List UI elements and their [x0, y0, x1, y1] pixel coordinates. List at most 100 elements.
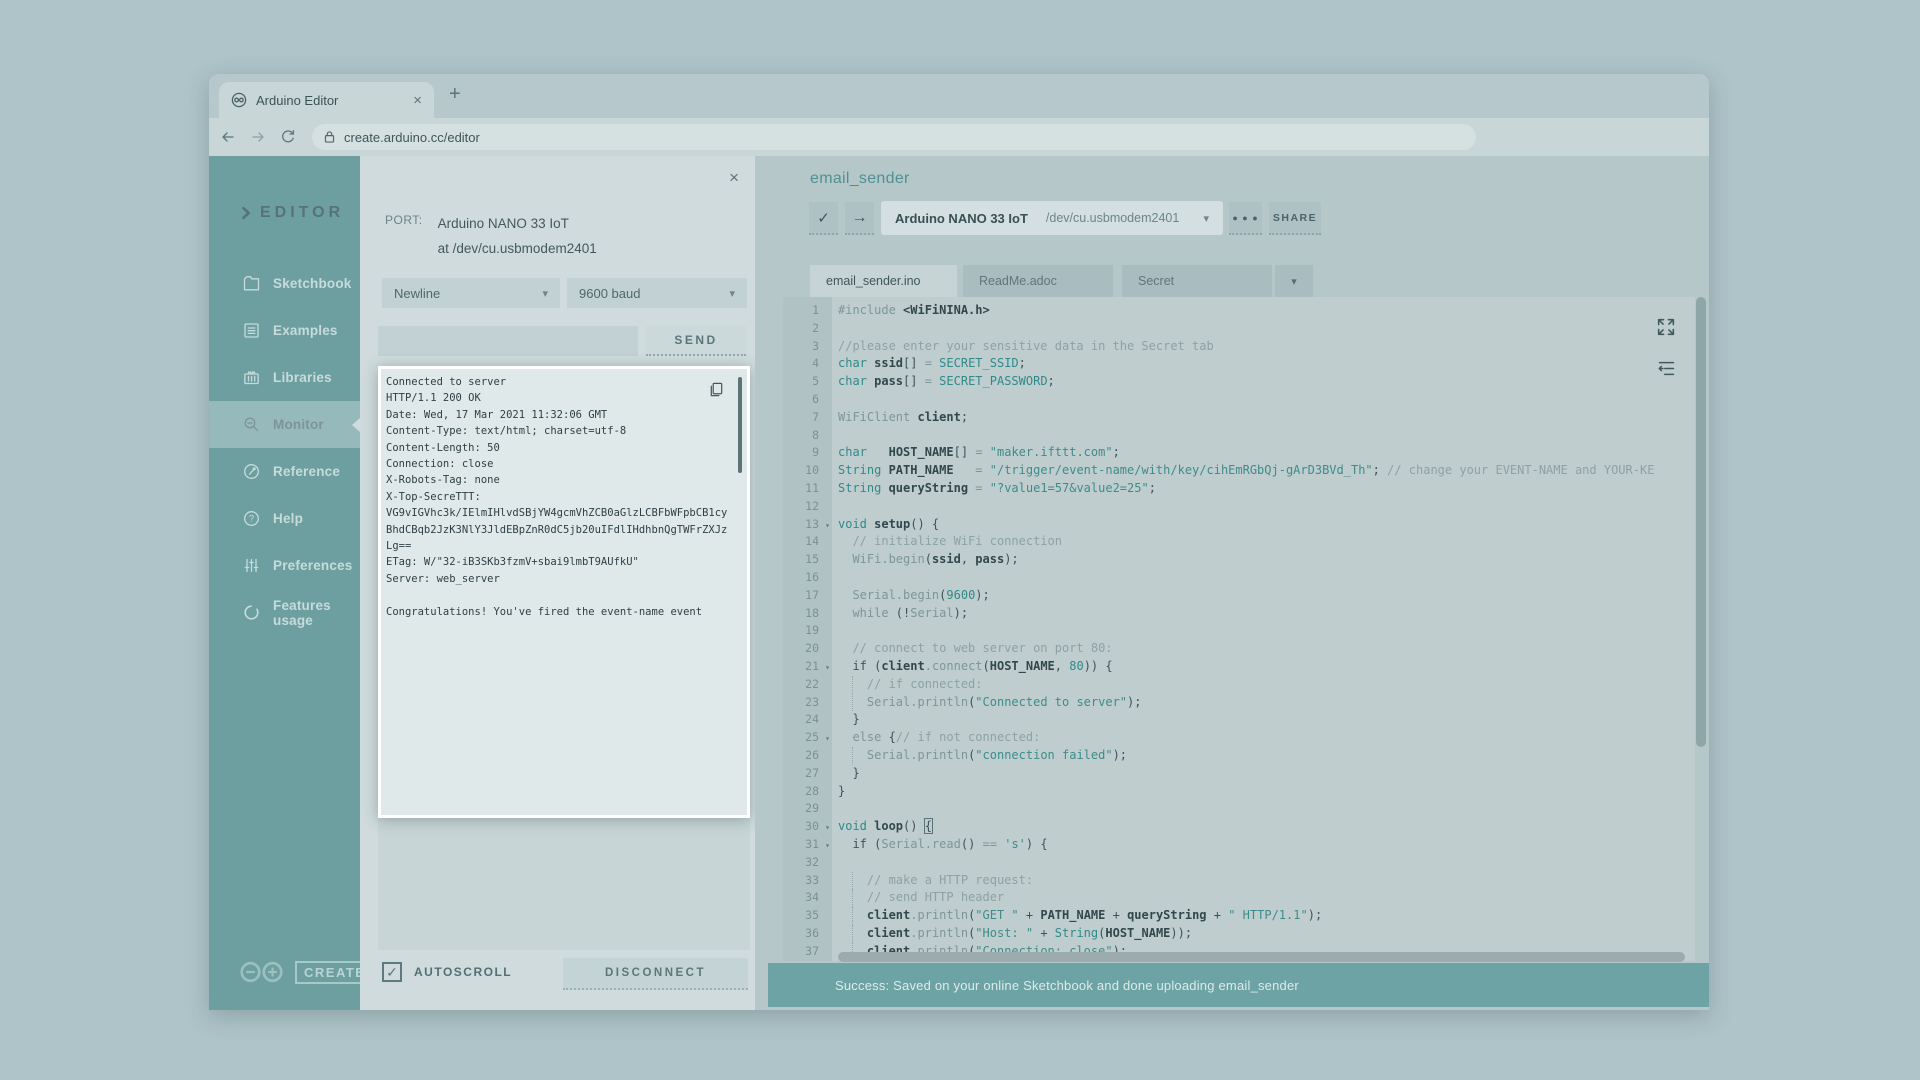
console-line: HTTP/1.1 200 OK [386, 390, 733, 406]
sidebar-item-label: Preferences [273, 558, 353, 573]
autoscroll-label: AUTOSCROLL [414, 965, 512, 979]
serial-message-input[interactable] [378, 326, 638, 356]
chevron-down-icon: ▾ [542, 287, 548, 300]
lock-icon [324, 130, 335, 144]
editor-horizontal-scrollbar[interactable] [838, 952, 1685, 962]
sidebar-item-help[interactable]: ?Help [209, 495, 360, 542]
autoscroll-toggle[interactable]: ✓ AUTOSCROLL [382, 962, 512, 982]
editor-vertical-scrollbar[interactable] [1696, 297, 1706, 747]
baud-rate-select[interactable]: 9600 baud ▾ [567, 278, 747, 308]
code-line: 15 WiFi.begin(ssid, pass); [783, 551, 1695, 569]
code-text: else {// if not connected: [832, 729, 1695, 747]
code-line: 30▾void loop() { [783, 818, 1695, 836]
code-text: #include <WiFiNINA.h> [832, 302, 1695, 320]
line-number: 9 [783, 444, 832, 462]
list-icon [242, 321, 261, 340]
disconnect-button[interactable]: DISCONNECT [563, 958, 748, 990]
console-line: ETag: W/"32-iB3SKb3fzmV+sbai9lmbT9AUfkU" [386, 554, 733, 570]
send-button[interactable]: SEND [646, 326, 746, 356]
line-number: 12 [783, 498, 832, 516]
autoscroll-checkbox[interactable]: ✓ [382, 962, 402, 982]
copy-icon[interactable] [708, 381, 725, 398]
file-tab-email-sender-ino[interactable]: email_sender.ino [810, 265, 957, 297]
port-info: PORT: Arduino NANO 33 IoT at /dev/cu.usb… [385, 211, 597, 261]
fold-arrow-icon[interactable]: ▾ [825, 730, 830, 748]
line-ending-select[interactable]: Newline ▾ [382, 278, 560, 308]
code-text: Serial.println("connection failed"); [832, 747, 1695, 765]
sidebar-item-reference[interactable]: Reference [209, 448, 360, 495]
sidebar-item-features-usage[interactable]: Features usage [209, 589, 360, 636]
verify-button[interactable]: ✓ [809, 202, 838, 235]
monitor-close-icon[interactable]: × [729, 168, 739, 188]
svg-text:?: ? [249, 514, 254, 525]
upload-button[interactable]: → [845, 202, 874, 235]
fold-arrow-icon[interactable]: ▾ [825, 837, 830, 855]
code-line: 35 client.println("GET " + PATH_NAME + q… [783, 907, 1695, 925]
fold-arrow-icon[interactable]: ▾ [825, 517, 830, 535]
fold-arrow-icon[interactable]: ▾ [825, 819, 830, 837]
fold-arrow-icon[interactable]: ▾ [825, 659, 830, 677]
console-line: BhdCBqb2JzK3NlY3JldEBpZnR0dC5jb20uIFdlIH… [386, 522, 733, 538]
reload-icon[interactable] [279, 128, 297, 146]
browser-window: Arduino Editor × + create.arduino.cc/edi… [209, 74, 1709, 1010]
tab-close-icon[interactable]: × [413, 92, 422, 109]
back-icon[interactable] [219, 128, 237, 146]
app-content: EDITOR Sketchbook ExamplesLibrariesMonito… [209, 156, 1709, 1010]
code-text: // make a HTTP request: [832, 872, 1695, 890]
code-editor[interactable]: 1#include <WiFiNINA.h>23//please enter y… [783, 297, 1695, 961]
code-line: 28} [783, 783, 1695, 801]
serial-output-box[interactable]: Connected to serverHTTP/1.1 200 OKDate: … [378, 366, 750, 818]
code-text: // initialize WiFi connection [832, 533, 1695, 551]
sidebar-item-examples[interactable]: Examples [209, 307, 360, 354]
line-number: 7 [783, 409, 832, 427]
code-line: 14 // initialize WiFi connection [783, 533, 1695, 551]
browser-tab-title: Arduino Editor [256, 93, 338, 108]
code-line: 8 [783, 427, 1695, 445]
code-text: String PATH_NAME = "/trigger/event-name/… [832, 462, 1695, 480]
code-text: } [832, 711, 1695, 729]
forward-icon[interactable] [249, 128, 267, 146]
line-number: 27 [783, 765, 832, 783]
code-text: char HOST_NAME[] = "maker.ifttt.com"; [832, 444, 1695, 462]
line-number: 3 [783, 338, 832, 356]
file-tab-secret[interactable]: Secret [1122, 265, 1272, 297]
file-tab-readme-adoc[interactable]: ReadMe.adoc [963, 265, 1113, 297]
line-number: 25▾ [783, 729, 832, 747]
port-value: Arduino NANO 33 IoT at /dev/cu.usbmodem2… [438, 211, 597, 261]
code-text [832, 498, 1695, 516]
code-line: 7WiFiClient client; [783, 409, 1695, 427]
sidebar-item-sketchbook[interactable]: Sketchbook [209, 260, 360, 307]
sidebar-item-preferences[interactable]: Preferences [209, 542, 360, 589]
url-bar[interactable]: create.arduino.cc/editor [312, 124, 1476, 150]
sidebar: EDITOR Sketchbook ExamplesLibrariesMonito… [209, 156, 360, 1010]
line-number: 4 [783, 355, 832, 373]
console-scrollbar-thumb[interactable] [738, 377, 742, 473]
more-options-button[interactable]: ● ● ● [1229, 202, 1262, 235]
code-text: } [832, 765, 1695, 783]
code-line: 16 [783, 569, 1695, 587]
share-button[interactable]: SHARE [1269, 202, 1321, 235]
line-number: 13▾ [783, 516, 832, 534]
code-line: 36 client.println("Host: " + String(HOST… [783, 925, 1695, 943]
code-line: 9char HOST_NAME[] = "maker.ifttt.com"; [783, 444, 1695, 462]
code-line: 17 Serial.begin(9600); [783, 587, 1695, 605]
browser-tab[interactable]: Arduino Editor × [219, 82, 434, 118]
console-line: Content-Type: text/html; charset=utf-8 [386, 423, 733, 439]
new-tab-button[interactable]: + [449, 83, 461, 106]
sidebar-item-label: Sketchbook [273, 276, 352, 291]
board-selector[interactable]: Arduino NANO 33 IoT /dev/cu.usbmodem2401… [881, 201, 1223, 235]
tabs-dropdown-button[interactable]: ▾ [1275, 265, 1313, 297]
console-line: Content-Length: 50 [386, 440, 733, 456]
autoformat-icon[interactable] [1656, 358, 1677, 379]
code-line: 23 Serial.println("Connected to server")… [783, 694, 1695, 712]
sidebar-item-libraries[interactable]: Libraries [209, 354, 360, 401]
sidebar-item-monitor[interactable]: Monitor [209, 401, 360, 448]
code-text: Serial.println("Connected to server"); [832, 694, 1695, 712]
line-number: 5 [783, 373, 832, 391]
code-text: Serial.begin(9600); [832, 587, 1695, 605]
code-text: client.println("GET " + PATH_NAME + quer… [832, 907, 1695, 925]
console-line: Connected to server [386, 374, 733, 390]
logo-text: EDITOR [260, 204, 344, 222]
fullscreen-expand-icon[interactable] [1655, 316, 1677, 338]
arduino-favicon-icon [231, 92, 247, 108]
